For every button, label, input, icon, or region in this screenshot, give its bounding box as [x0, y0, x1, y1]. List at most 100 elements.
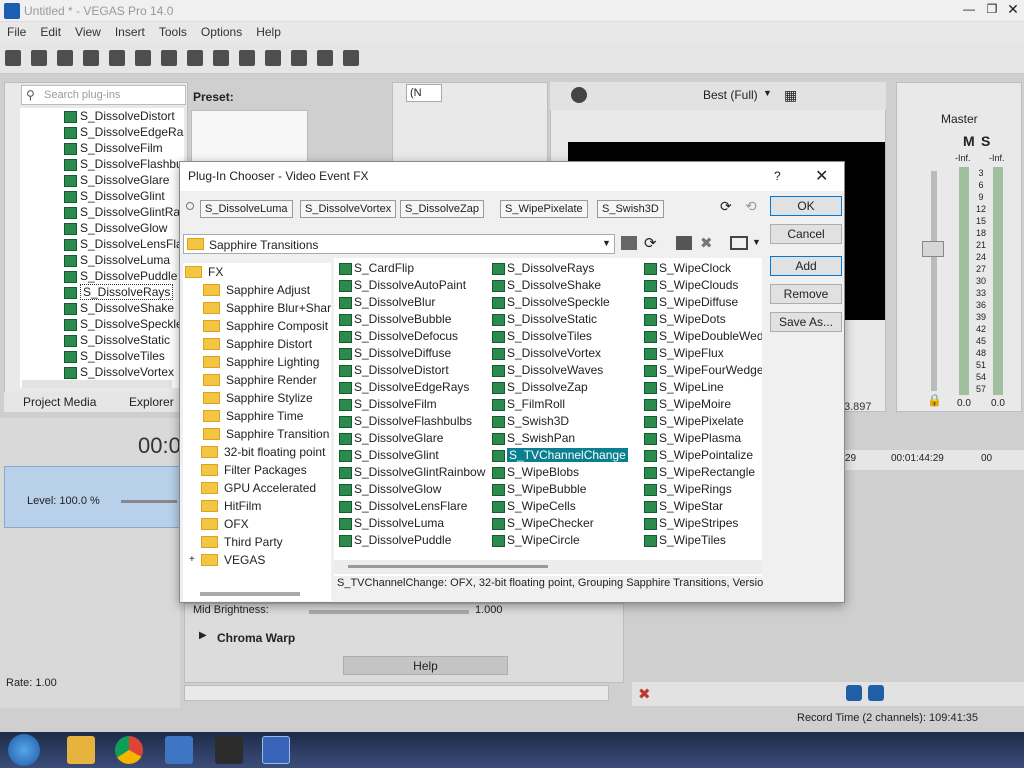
chain-item[interactable]: S_DissolveZap — [400, 200, 484, 218]
remove-button[interactable]: Remove — [770, 284, 842, 304]
file-explorer-icon[interactable] — [67, 736, 95, 764]
plugin-grid-item[interactable]: S_WipeCells — [489, 498, 628, 515]
plugin-grid-item[interactable]: S_SwishPan — [489, 430, 628, 447]
plugin-grid-item[interactable]: S_DissolveAutoPaint — [336, 277, 485, 294]
fx-panel-hscrollbar[interactable] — [184, 685, 609, 701]
chain-item[interactable]: S_Swish3D — [597, 200, 664, 218]
plugin-list-item[interactable]: S_DissolveRays — [20, 284, 184, 300]
plugin-grid-item[interactable]: S_DissolveGlintRainbow — [336, 464, 485, 481]
help-button[interactable]: Help — [343, 656, 508, 675]
plugin-list[interactable]: S_DissolveDistort S_DissolveEdgeRa S_Disso… — [20, 108, 184, 388]
plugin-grid-item[interactable]: S_WipeBlobs — [489, 464, 628, 481]
plugin-grid-item[interactable]: S_DissolveWaves — [489, 362, 628, 379]
fx-combo[interactable]: (N — [406, 84, 442, 102]
tree-node[interactable]: Filter Packages — [183, 461, 331, 479]
plugin-grid-item[interactable]: S_DissolveSpeckle — [489, 294, 628, 311]
copy-icon[interactable] — [187, 50, 203, 66]
chain-redo-icon[interactable]: ⟲ — [745, 198, 757, 215]
tree-node[interactable]: Sapphire Stylize — [183, 389, 331, 407]
master-fader-knob[interactable] — [922, 241, 944, 257]
plugin-list-item[interactable]: S_DissolveTiles — [20, 348, 184, 364]
whats-this-icon[interactable] — [343, 50, 359, 66]
render-icon[interactable] — [109, 50, 125, 66]
plugin-grid-item[interactable]: S_WipeFourWedges — [641, 362, 762, 379]
plugin-list-item[interactable]: S_DissolveGlare — [20, 172, 184, 188]
plugin-list-item[interactable]: S_DissolveGlow — [20, 220, 184, 236]
plugin-grid-item[interactable]: S_WipeTiles — [641, 532, 762, 549]
plugin-grid-item[interactable]: S_WipeStar — [641, 498, 762, 515]
notepad-icon[interactable] — [165, 736, 193, 764]
menu-options[interactable]: Options — [194, 22, 249, 42]
plugin-grid-item[interactable]: S_WipeChecker — [489, 515, 628, 532]
menu-view[interactable]: View — [68, 22, 108, 42]
plugin-grid-item[interactable]: S_WipePointalize — [641, 447, 762, 464]
plugin-list-item[interactable]: S_DissolveGlint — [20, 188, 184, 204]
up-folder-icon[interactable] — [621, 236, 637, 250]
help-question-icon[interactable]: ? — [774, 162, 781, 191]
tree-node[interactable]: Sapphire Distort — [183, 335, 331, 353]
track-header[interactable]: Level: 100.0 % — [4, 466, 180, 528]
plugin-grid-item[interactable]: S_DissolveGlint — [336, 447, 485, 464]
plugin-list-item[interactable]: S_DissolveShake — [20, 300, 184, 316]
refresh-icon[interactable]: ⟳ — [644, 234, 657, 252]
plugin-grid-item[interactable]: S_DissolveDiffuse — [336, 345, 485, 362]
plugin-list-item[interactable]: S_DissolvePuddle — [20, 268, 184, 284]
plugin-grid-item[interactable]: S_TVChannelChange — [489, 447, 628, 464]
paste-icon[interactable] — [213, 50, 229, 66]
menu-file[interactable]: File — [0, 22, 33, 42]
lock-icon[interactable]: 🔒 — [927, 393, 942, 407]
folder-path-combo[interactable]: Sapphire Transitions ▼ — [183, 234, 615, 254]
preview-settings-icon[interactable] — [571, 87, 587, 103]
plugin-grid-item[interactable]: S_DissolveGlare — [336, 430, 485, 447]
plugin-list-item[interactable]: S_DissolveEdgeRa — [20, 124, 184, 140]
plugin-list-item[interactable]: S_DissolveSpeckle — [20, 316, 184, 332]
plugin-grid-item[interactable]: S_WipeStripes — [641, 515, 762, 532]
plugin-list-item[interactable]: S_DissolveLuma — [20, 252, 184, 268]
master-solo[interactable]: S — [981, 133, 990, 149]
category-tree[interactable]: FX Sapphire Adjust Sapphire Blur+Shar Sapph… — [183, 263, 331, 601]
plugin-grid-item[interactable]: S_DissolveFlashbulbs — [336, 413, 485, 430]
plugin-grid-item[interactable]: S_DissolveVortex — [489, 345, 628, 362]
plugin-grid-item[interactable]: S_Swish3D — [489, 413, 628, 430]
plugin-list-item[interactable]: S_DissolveFilm — [20, 140, 184, 156]
cut-icon[interactable] — [161, 50, 177, 66]
tab-explorer[interactable]: Explorer — [129, 395, 174, 409]
chain-item[interactable]: S_DissolveLuma — [200, 200, 293, 218]
plugin-list-item[interactable]: S_DissolveFlashbu — [20, 156, 184, 172]
plugin-list-item[interactable]: S_DissolveGlintRa — [20, 204, 184, 220]
app-icon[interactable] — [262, 736, 290, 764]
chevron-down-icon[interactable]: ▼ — [763, 88, 772, 98]
view-chevron-icon[interactable]: ▼ — [752, 237, 761, 247]
plugin-grid-item[interactable]: S_DissolveZap — [489, 379, 628, 396]
tree-node[interactable]: Sapphire Lighting — [183, 353, 331, 371]
plugin-grid-item[interactable]: S_WipeDots — [641, 311, 762, 328]
grid-scroll-thumb[interactable] — [348, 565, 548, 568]
save-as-button[interactable]: Save As... — [770, 312, 842, 332]
preset-thumbnail[interactable] — [191, 110, 308, 162]
plugin-grid-item[interactable]: S_DissolveBubble — [336, 311, 485, 328]
mid-brightness-slider[interactable] — [309, 610, 469, 614]
plugin-grid-item[interactable]: S_DissolveGlow — [336, 481, 485, 498]
open-icon[interactable] — [31, 50, 47, 66]
delete-icon[interactable] — [239, 50, 255, 66]
redo-icon[interactable] — [291, 50, 307, 66]
plugin-grid-item[interactable]: S_DissolveRays — [489, 260, 628, 277]
plugin-grid-item[interactable]: S_WipeLine — [641, 379, 762, 396]
dialog-close-icon[interactable]: ✕ — [815, 162, 828, 191]
delete-event-icon[interactable]: ✖ — [638, 685, 651, 703]
tree-scrollbar[interactable] — [200, 592, 300, 596]
plugin-grid-item[interactable]: S_DissolveFilm — [336, 396, 485, 413]
tree-node[interactable]: Third Party — [183, 533, 331, 551]
chain-item[interactable]: S_WipePixelate — [500, 200, 588, 218]
undo-icon[interactable] — [265, 50, 281, 66]
plugin-search-box[interactable]: ⚲ Search plug-ins — [21, 85, 186, 105]
plugin-list-item[interactable]: S_DissolveLensFla — [20, 236, 184, 252]
plugin-grid-item[interactable]: S_WipeDiffuse — [641, 294, 762, 311]
save-icon[interactable] — [57, 50, 73, 66]
plugin-grid-item[interactable]: S_DissolveDistort — [336, 362, 485, 379]
plugin-grid-item[interactable]: S_DissolveLensFlare — [336, 498, 485, 515]
tree-node-fx[interactable]: FX — [183, 263, 331, 281]
tree-node[interactable]: Sapphire Adjust — [183, 281, 331, 299]
plugin-grid-item[interactable]: S_WipeDoubleWedg — [641, 328, 762, 345]
plugin-grid-item[interactable]: S_WipePixelate — [641, 413, 762, 430]
